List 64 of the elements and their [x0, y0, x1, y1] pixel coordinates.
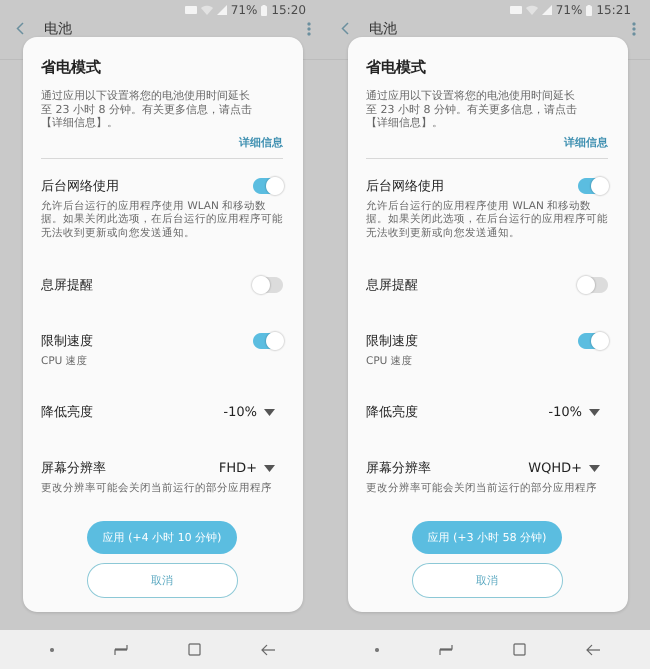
details-link[interactable]: 详细信息	[239, 134, 283, 152]
setting-description: 允许后台运行的应用程序使用 WLAN 和移动数据。如果关闭此选项，在后台运行的应用程序可能无法收到更新或向您发送通知。	[41, 200, 284, 241]
toggle-switch[interactable]	[253, 332, 283, 349]
dialog-title: 省电模式	[366, 57, 427, 77]
wifi-icon	[526, 5, 538, 15]
page-title: 电池	[44, 22, 73, 37]
battery-percent: 71%	[556, 3, 582, 17]
cancel-button[interactable]: 取消	[86, 563, 238, 598]
caret-icon	[589, 408, 600, 416]
dropdown[interactable]: WQHD+	[528, 460, 600, 476]
setting-label: 屏幕分辨率	[366, 460, 431, 478]
toggle-switch[interactable]	[578, 178, 608, 194]
page-title: 电池	[369, 22, 398, 37]
back-icon[interactable]	[586, 644, 600, 656]
dot-icon	[50, 648, 54, 652]
clock-time: 15:20	[271, 3, 306, 17]
setting-label: 后台网络使用	[366, 178, 444, 194]
setting-label: 降低亮度	[366, 404, 418, 422]
caret-icon	[264, 464, 275, 472]
back-icon[interactable]	[341, 22, 349, 35]
dot-icon	[375, 648, 379, 652]
dropdown[interactable]: FHD+	[218, 460, 275, 476]
caret-icon	[589, 464, 600, 472]
back-icon[interactable]	[261, 644, 275, 656]
toggle-switch[interactable]	[253, 276, 283, 293]
setting-description: 更改分辨率可能会关闭当前运行的部分应用程序	[366, 482, 598, 496]
signal-icon	[542, 5, 552, 15]
wifi-icon	[200, 5, 213, 15]
setting-label: 限制速度	[41, 332, 93, 350]
back-icon[interactable]	[16, 22, 24, 35]
apply-button[interactable]: 应用 (+4 小时 10 分钟)	[87, 521, 237, 554]
home-icon[interactable]	[188, 643, 201, 656]
signal-icon	[216, 5, 227, 15]
setting-description: 允许后台运行的应用程序使用 WLAN 和移动数据。如果关闭此选项，在后台运行的应用程序可能无法收到更新或向您发送通知。	[366, 200, 609, 241]
dialog-description: 通过应用以下设置将您的电池使用时间延长至 23 小时 8 分钟。有关更多信息，请点击【详细信息】。	[41, 89, 253, 130]
setting-label: 屏幕分辨率	[41, 460, 106, 478]
battery-icon	[261, 4, 268, 16]
setting-description: 更改分辨率可能会关闭当前运行的部分应用程序	[41, 482, 273, 496]
setting-label: 息屏提醒	[41, 276, 93, 294]
dialog-description: 通过应用以下设置将您的电池使用时间延长至 23 小时 8 分钟。有关更多信息，请点击【详细信息】。	[366, 89, 578, 130]
setting-description: CPU 速度	[366, 354, 414, 368]
setting-description: CPU 速度	[41, 354, 89, 368]
caret-icon	[264, 408, 275, 416]
more-icon[interactable]	[632, 22, 636, 36]
dropdown[interactable]: -10%	[223, 404, 275, 420]
setting-label: 后台网络使用	[41, 178, 119, 194]
toggle-switch[interactable]	[578, 276, 608, 293]
more-icon[interactable]	[307, 22, 311, 36]
battery-icon	[586, 4, 592, 16]
apply-button[interactable]: 应用 (+3 小时 58 分钟)	[412, 521, 562, 554]
home-icon[interactable]	[513, 643, 526, 656]
cancel-button[interactable]: 取消	[412, 563, 562, 598]
recent-apps-icon[interactable]	[439, 644, 453, 656]
setting-label: 限制速度	[366, 332, 418, 350]
toggle-switch[interactable]	[253, 178, 283, 194]
setting-label: 息屏提醒	[366, 276, 418, 294]
dropdown[interactable]: -10%	[548, 404, 600, 420]
details-link[interactable]: 详细信息	[564, 134, 608, 152]
toggle-switch[interactable]	[578, 332, 608, 349]
battery-percent: 71%	[230, 3, 258, 17]
recent-apps-icon[interactable]	[114, 644, 128, 656]
setting-label: 降低亮度	[41, 404, 93, 422]
clock-time: 15:21	[596, 3, 631, 17]
dialog-title: 省电模式	[41, 57, 102, 77]
